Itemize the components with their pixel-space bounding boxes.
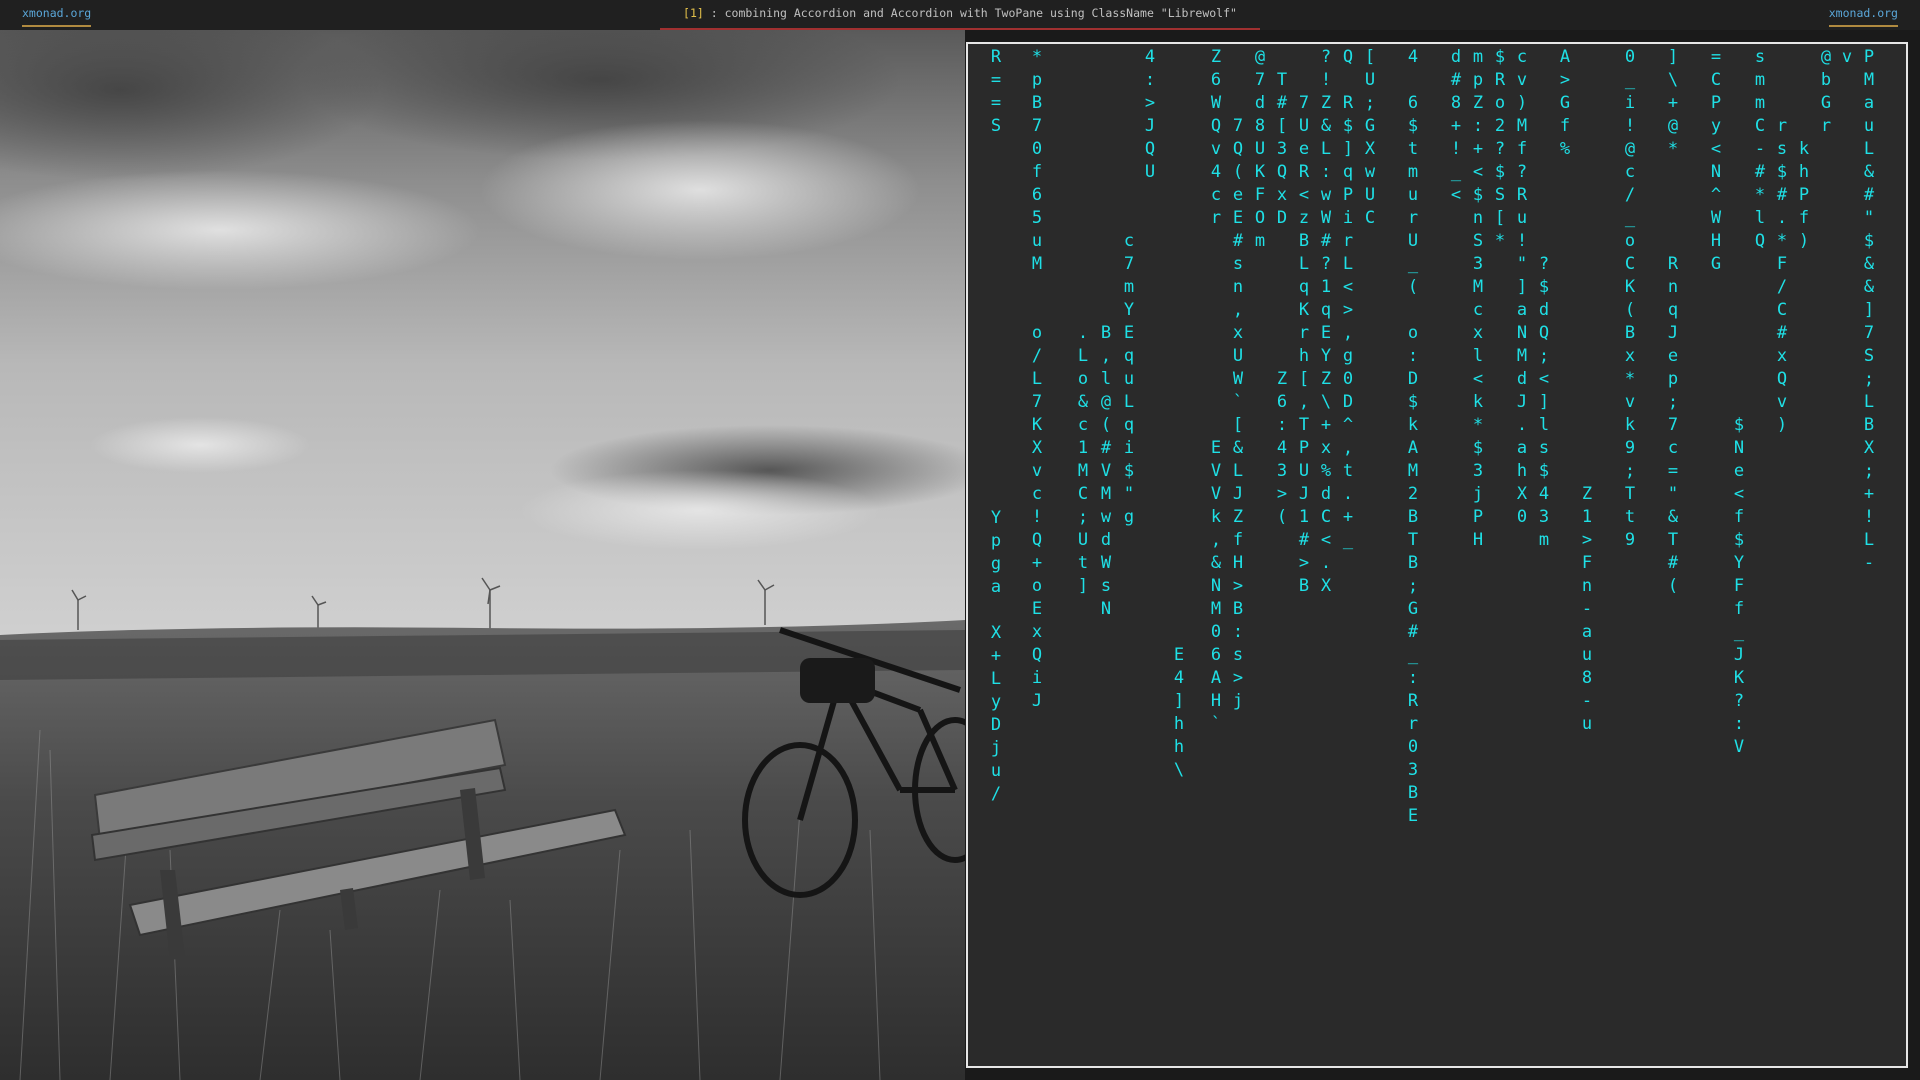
matrix-column: r s $ # . * F / C # x Q v )	[1776, 116, 1788, 435]
matrix-column: [ U ; G X w U C	[1364, 47, 1376, 228]
matrix-column: Q R $ ] q P i r L < > , g 0 D ^ , t . + …	[1342, 47, 1354, 550]
matrix-column: Z 6 : 4 3 > (	[1276, 369, 1288, 527]
matrix-column: E 4 ] h h \	[1173, 645, 1185, 780]
matrix-column: k h P f )	[1798, 139, 1810, 251]
matrix-column: d # 8 + ! _ <	[1450, 47, 1462, 205]
matrix-column: ? ! Z & L : w W # ? 1 q E Y Z \ + x % d …	[1320, 47, 1332, 596]
matrix-column: $ N e < f $ Y F f _ J K ? : V	[1733, 415, 1745, 757]
matrix-column: m p Z : + < $ n S 3 M c x l < k * $ 3 j …	[1472, 47, 1484, 550]
matrix-column: 4 6 $ t m u r U _ (	[1407, 47, 1419, 297]
landscape-image	[0, 30, 965, 1080]
window-title: [1] : combining Accordion and Accordion …	[660, 6, 1260, 20]
matrix-column: = C P y < N ^ W H G	[1710, 47, 1722, 274]
terminal-window[interactable]: R = = S Y p g a X + L y D j u / * p B 7 …	[966, 42, 1908, 1068]
matrix-column: o / L 7 K X v c ! Q + o E x Q i J	[1031, 323, 1043, 711]
matrix-column: T # [ 3 Q x D	[1276, 70, 1288, 228]
matrix-column: @ 7 d 8 U K F O m	[1254, 47, 1266, 251]
matrix-column: B , l @ ( # V M w d W s N	[1100, 323, 1112, 619]
desktop-wallpaper	[0, 30, 965, 1080]
matrix-column: 4 : > J Q U	[1144, 47, 1156, 182]
matrix-column: v	[1841, 47, 1853, 67]
matrix-column: @ b G r	[1820, 47, 1832, 136]
matrix-column: c 7 m Y E q u L q i $ " g	[1123, 231, 1135, 527]
workspace-indicator[interactable]: [1]	[683, 6, 704, 20]
bar-left-label[interactable]: xmonad.org	[22, 6, 92, 27]
matrix-column: R = = S	[990, 47, 1002, 136]
bar-right-label[interactable]: xmonad.org	[1828, 6, 1898, 27]
matrix-column: o : D $ k A M 2 B T B ; G # _ : R r 0 3 …	[1407, 323, 1419, 826]
matrix-column: A > G f %	[1559, 47, 1571, 159]
matrix-column: Y p g a X + L y D j u /	[990, 508, 1002, 804]
matrix-column: P M a u L & # " $ & & ] 7 S ; L B X ; + …	[1863, 47, 1875, 573]
matrix-column: 7 U e R < z B L q K r h [ , T P U J 1 # …	[1298, 93, 1310, 596]
matrix-column: ? $ d Q ; < ] l s $ 4 3 m	[1538, 254, 1550, 550]
matrix-column: ] \ + @ *	[1667, 47, 1679, 159]
matrix-column: 0 _ i ! @ c / _ o C K ( B x * v k 9 ; T …	[1624, 47, 1636, 550]
matrix-column: R n q J e p ; 7 c = " & T # (	[1667, 254, 1679, 596]
matrix-column: . L o & c 1 M C ; U t ]	[1077, 323, 1089, 596]
matrix-column: c v ) M f ? R u ! " ] a N M d J . a h X …	[1516, 47, 1528, 527]
matrix-column: E V V k , & N M 0 6 A H `	[1210, 438, 1222, 734]
matrix-column: $ R o 2 ? $ S [ *	[1494, 47, 1506, 251]
matrix-column: Z 6 W Q v 4 c r	[1210, 47, 1222, 228]
matrix-column: 7 Q ( e E # s n , x U W ` [ & L J Z f H …	[1232, 116, 1244, 711]
matrix-column: s m m C - # * l Q	[1754, 47, 1766, 251]
layout-description: : combining Accordion and Accordion with…	[703, 6, 1237, 20]
matrix-column: * p B 7 0 f 6 5 u M	[1031, 47, 1043, 274]
xmobar-status-bar: xmonad.org [1] : combining Accordion and…	[0, 0, 1920, 30]
matrix-column: Z 1 > F n - a u 8 - u	[1581, 484, 1593, 734]
